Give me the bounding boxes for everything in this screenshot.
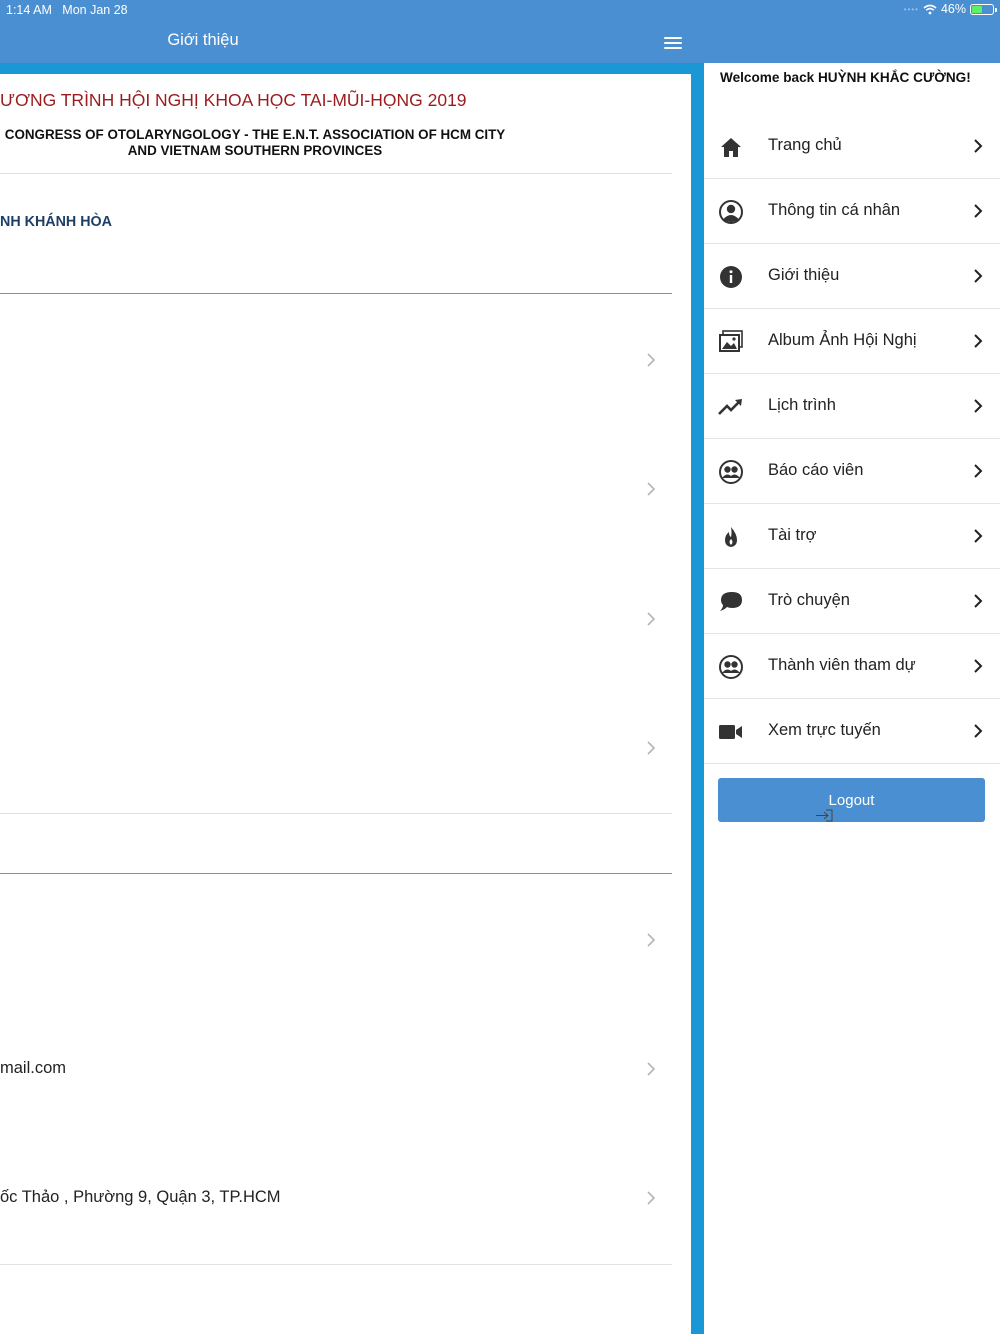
menu-item-album-anh[interactable]: Album Ảnh Hội Nghị: [704, 309, 1000, 374]
info-icon: [720, 266, 742, 288]
hamburger-menu-icon[interactable]: [663, 36, 683, 50]
status-time: 1:14 AM Mon Jan 28: [6, 3, 128, 17]
menu-item-label: Giới thiệu: [768, 266, 840, 284]
info-row[interactable]: [0, 910, 672, 970]
organization-name: NH KHÁNH HÒA: [0, 214, 112, 230]
divider: [0, 1264, 672, 1265]
menu-item-label: Album Ảnh Hội Nghị: [768, 331, 917, 349]
menu-item-thanh-vien-tham-du[interactable]: Thành viên tham dự: [704, 634, 1000, 699]
chevron-right-icon: [647, 482, 656, 496]
chevron-right-icon: [974, 464, 983, 478]
menu-item-label: Lịch trình: [768, 396, 836, 414]
logout-button[interactable]: Logout: [718, 778, 985, 822]
info-row[interactable]: [0, 330, 672, 390]
page-title: Giới thiệu: [167, 31, 239, 49]
chevron-right-icon: [974, 529, 983, 543]
chevron-right-icon: [647, 741, 656, 755]
email-row[interactable]: mail.com: [0, 1039, 672, 1099]
home-icon: [721, 138, 741, 157]
divider: [0, 173, 672, 174]
drawer-header: •••• 46%: [704, 0, 1000, 63]
logout-icon: [816, 809, 833, 822]
chevron-right-icon: [974, 269, 983, 283]
trending-up-icon: [718, 399, 742, 415]
video-camera-icon: [719, 725, 742, 739]
menu-item-gioi-thieu[interactable]: Giới thiệu: [704, 244, 1000, 309]
menu-item-tro-chuyen[interactable]: Trò chuyện: [704, 569, 1000, 634]
battery-percent: 46%: [940, 2, 966, 16]
menu-item-label: Thành viên tham dự: [768, 656, 916, 674]
photo-album-icon: [719, 330, 743, 352]
divider: [0, 813, 672, 814]
wifi-icon: [923, 4, 937, 14]
chevron-right-icon: [974, 139, 983, 153]
menu-item-label: Thông tin cá nhân: [768, 201, 901, 219]
menu-item-thong-tin-ca-nhan[interactable]: Thông tin cá nhân: [704, 179, 1000, 244]
menu-item-tai-tro[interactable]: Tài trợ: [704, 504, 1000, 569]
address-text: ốc Thảo , Phường 9, Quận 3, TP.HCM: [0, 1188, 281, 1206]
battery-charging-icon: [970, 3, 997, 15]
menu-item-lich-trinh[interactable]: Lịch trình: [704, 374, 1000, 439]
status-time-text: 1:14 AM: [6, 3, 52, 17]
chevron-right-icon: [647, 612, 656, 626]
status-date-text: Mon Jan 28: [62, 3, 128, 17]
group-icon: [719, 460, 743, 484]
chevron-right-icon: [974, 334, 983, 348]
info-row[interactable]: [0, 718, 672, 778]
chevron-right-icon: [647, 1062, 656, 1076]
menu-item-label: Tài trợ: [768, 526, 817, 544]
chevron-right-icon: [974, 399, 983, 413]
menu-item-bao-cao-vien[interactable]: Báo cáo viên: [704, 439, 1000, 504]
logout-label: Logout: [828, 792, 875, 809]
user-circle-icon: [719, 200, 743, 224]
conference-subtitle: CONGRESS OF OTOLARYNGOLOGY - THE E.N.T. …: [4, 127, 506, 158]
menu-item-label: Xem trực tuyến: [768, 721, 881, 739]
conference-title: ƯƠNG TRÌNH HỘI NGHỊ KHOA HỌC TAI-MŨI-HỌN…: [0, 90, 467, 110]
chevron-right-icon: [974, 659, 983, 673]
chevron-right-icon: [647, 353, 656, 367]
menu-item-label: Trò chuyện: [768, 591, 850, 609]
chevron-right-icon: [647, 933, 656, 947]
members-icon: [719, 655, 743, 679]
chevron-right-icon: [974, 204, 983, 218]
chat-bubble-icon: [720, 592, 742, 611]
chevron-right-icon: [974, 594, 983, 608]
welcome-message: Welcome back HUỲNH KHẮC CƯỜNG!: [720, 70, 971, 85]
content-card: ƯƠNG TRÌNH HỘI NGHỊ KHOA HỌC TAI-MŨI-HỌN…: [0, 74, 691, 1334]
menu-item-xem-truc-tuyen[interactable]: Xem trực tuyến: [704, 699, 1000, 764]
info-row[interactable]: [0, 459, 672, 519]
section-divider: [0, 293, 672, 294]
status-indicators: •••• 46%: [903, 2, 997, 16]
address-row[interactable]: ốc Thảo , Phường 9, Quận 3, TP.HCM: [0, 1168, 672, 1228]
signal-icon: ••••: [903, 4, 919, 14]
chevron-right-icon: [974, 724, 983, 738]
chevron-right-icon: [647, 1191, 656, 1205]
email-text: mail.com: [0, 1059, 67, 1077]
menu-item-label: Trang chủ: [768, 136, 842, 154]
section-divider: [0, 873, 672, 874]
info-row[interactable]: [0, 589, 672, 649]
menu-item-label: Báo cáo viên: [768, 461, 864, 479]
navigation-bar: 1:14 AM Mon Jan 28 Giới thiệu: [0, 0, 704, 63]
main-content-panel: 1:14 AM Mon Jan 28 Giới thiệu ƯƠNG TRÌNH…: [0, 0, 704, 1334]
side-drawer: •••• 46% Welcome back HUỲNH KHẮC CƯỜNG! …: [704, 0, 1000, 1334]
flame-icon: [725, 527, 737, 547]
menu-item-trang-chu[interactable]: Trang chủ: [704, 114, 1000, 179]
